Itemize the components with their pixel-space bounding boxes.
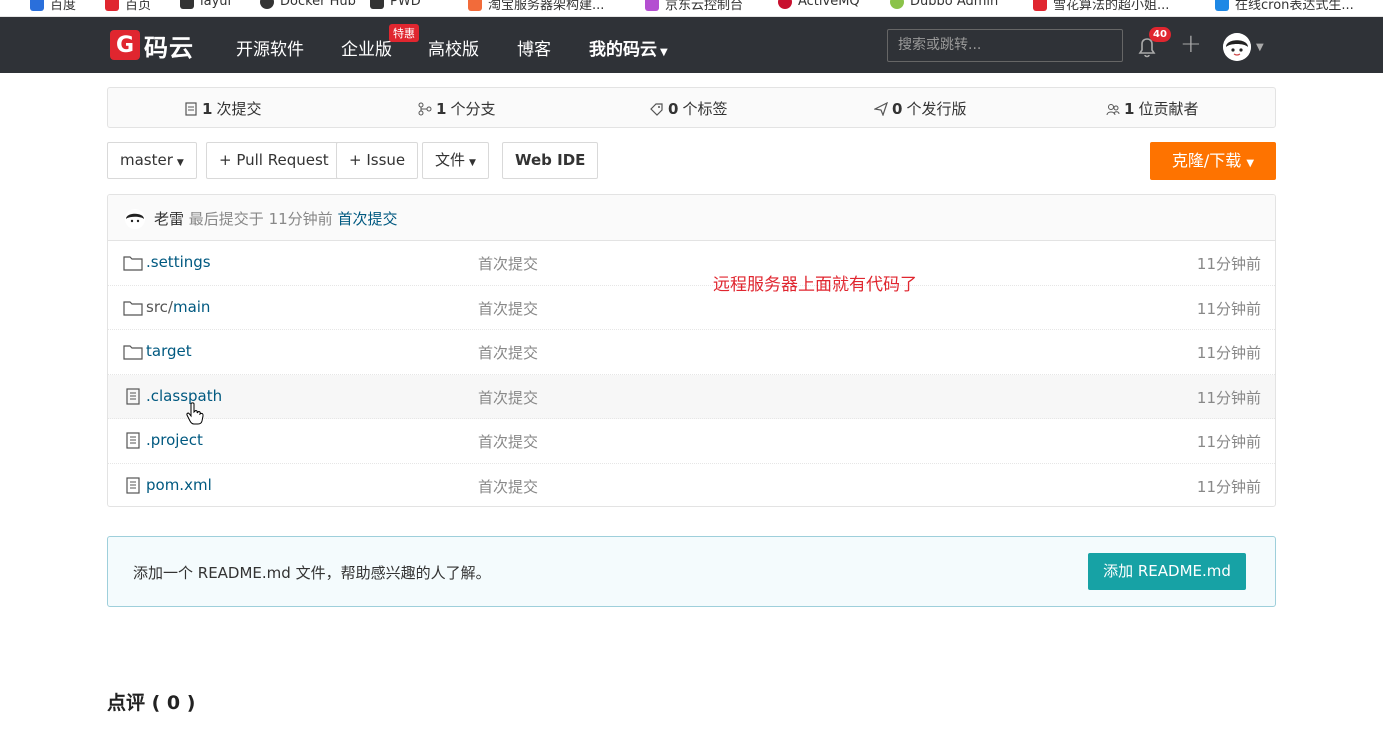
bookmark-item[interactable]: layui [180, 0, 231, 9]
pull-request-button[interactable]: + Pull Request [206, 142, 342, 179]
folder-icon [123, 299, 143, 317]
file-row[interactable]: target 首次提交 11分钟前 [108, 330, 1275, 375]
chevron-down-icon: ▼ [660, 47, 668, 58]
top-navbar: G 码云 开源软件 企业版 特惠 高校版 博客 我的码云 ▼ 搜索或跳转... 4… [0, 17, 1383, 73]
bookmark-item[interactable]: 百度 [30, 0, 76, 13]
chevron-down-icon: ▼ [1246, 158, 1255, 169]
file-commit-message[interactable]: 首次提交 [478, 298, 538, 319]
comments-heading: 点评 ( 0 ) [107, 692, 196, 714]
file-commit-message[interactable]: 首次提交 [478, 387, 538, 408]
issue-button[interactable]: + Issue [336, 142, 419, 179]
folder-icon [123, 343, 143, 361]
stat-branches[interactable]: 1 个分支 [418, 98, 495, 119]
bookmark-item[interactable]: 百页 [105, 0, 151, 13]
nav-open-source[interactable]: 开源软件 [236, 35, 304, 60]
latest-commit-bar: 老雷 最后提交于 11分钟前 首次提交 [108, 195, 1275, 241]
file-name-link[interactable]: .project [146, 431, 203, 449]
file-updated-time: 11分钟前 [1196, 477, 1261, 496]
nav-enterprise[interactable]: 企业版 [341, 35, 392, 60]
clone-download-button[interactable]: 克隆/下载 ▼ [1150, 142, 1276, 180]
commit-author[interactable]: 老雷 [154, 210, 184, 228]
folder-icon [123, 254, 143, 272]
stat-contributors[interactable]: 1 位贡献者 [1106, 98, 1198, 119]
contributors-icon [1106, 103, 1120, 115]
file-updated-time: 11分钟前 [1196, 299, 1261, 318]
bookmark-item[interactable]: Docker Hub [260, 0, 356, 9]
file-name-link[interactable]: .settings [146, 253, 211, 271]
nav-my-gitee[interactable]: 我的码云 ▼ [589, 35, 668, 60]
bookmark-item[interactable]: PWD [370, 0, 421, 9]
bookmarks-bar: 百度 百页 layui Docker Hub PWD 淘宝服务器架构建... 京… [0, 0, 1383, 17]
logo-mark-icon: G [110, 30, 140, 60]
files-dropdown[interactable]: 文件 ▼ [422, 142, 489, 179]
bookmark-item[interactable]: ActiveMQ [778, 0, 860, 9]
file-icon [123, 432, 143, 450]
search-input[interactable]: 搜索或跳转... [887, 29, 1123, 62]
bookmark-item[interactable]: Dubbo Admin [890, 0, 998, 9]
chevron-down-icon: ▼ [469, 158, 476, 168]
file-updated-time: 11分钟前 [1196, 255, 1261, 273]
file-row[interactable]: pom.xml 首次提交 11分钟前 [108, 464, 1275, 507]
bookmark-item[interactable]: 雪花算法的超小姐... [1033, 0, 1169, 13]
send-icon [874, 101, 888, 116]
file-icon [123, 476, 143, 495]
nav-education[interactable]: 高校版 [428, 35, 479, 60]
bookmark-item[interactable]: 京东云控制台 [645, 0, 743, 13]
file-row[interactable]: .project 首次提交 11分钟前 [108, 419, 1275, 464]
file-updated-time: 11分钟前 [1196, 433, 1261, 451]
branch-select[interactable]: master ▼ [107, 142, 197, 179]
file-updated-time: 11分钟前 [1196, 388, 1261, 407]
user-avatar[interactable] [1223, 33, 1251, 61]
commit-line: 老雷 最后提交于 11分钟前 首次提交 [154, 208, 397, 229]
file-updated-time: 11分钟前 [1196, 344, 1261, 362]
nav-blog[interactable]: 博客 [517, 35, 551, 60]
file-commit-message[interactable]: 首次提交 [478, 342, 538, 363]
tag-icon [650, 102, 663, 116]
chevron-down-icon[interactable]: ▼ [1256, 42, 1264, 53]
repo-stats-bar: 1 次提交 1 个分支 0 个标签 0 个发行版 1 位贡献者 [107, 87, 1276, 128]
bookmark-item[interactable]: 在线cron表达式生... [1215, 0, 1354, 13]
file-list: 老雷 最后提交于 11分钟前 首次提交 .settings 首次提交 11分钟前 sr… [107, 194, 1276, 507]
commit-message[interactable]: 首次提交 [337, 210, 397, 228]
file-commit-message[interactable]: 首次提交 [478, 476, 538, 497]
stat-tags[interactable]: 0 个标签 [650, 98, 727, 119]
chevron-down-icon: ▼ [176, 158, 184, 168]
bookmark-item[interactable]: 淘宝服务器架构建... [468, 0, 604, 13]
stat-commits[interactable]: 1 次提交 [184, 98, 261, 119]
commit-meta: 最后提交于 11分钟前 [188, 210, 333, 228]
commit-icon [185, 101, 197, 116]
author-avatar[interactable] [125, 209, 145, 229]
readme-prompt: 添加一个 README.md 文件，帮助感兴趣的人了解。 添加 README.m… [107, 536, 1276, 607]
annotation-text: 远程服务器上面就有代码了 [713, 275, 917, 295]
branch-icon [418, 102, 432, 115]
file-name-link[interactable]: src/main [146, 298, 210, 316]
file-name-link[interactable]: pom.xml [146, 476, 212, 494]
hand-cursor-icon [186, 402, 204, 425]
web-ide-button[interactable]: Web IDE [502, 142, 599, 179]
file-commit-message[interactable]: 首次提交 [478, 253, 538, 274]
file-name-link[interactable]: target [146, 342, 192, 360]
file-row[interactable]: .settings 首次提交 11分钟前 [108, 241, 1275, 286]
file-commit-message[interactable]: 首次提交 [478, 431, 538, 452]
readme-tip-text: 添加一个 README.md 文件，帮助感兴趣的人了解。 [133, 564, 491, 582]
plus-icon[interactable]: + [1180, 29, 1202, 59]
stat-releases[interactable]: 0 个发行版 [874, 98, 966, 119]
site-logo[interactable]: G 码云 [110, 29, 194, 62]
file-icon [123, 387, 143, 406]
promo-badge: 特惠 [389, 24, 419, 42]
add-readme-button[interactable]: 添加 README.md [1088, 553, 1246, 590]
file-row[interactable]: src/main 首次提交 11分钟前 [108, 286, 1275, 330]
file-row[interactable]: .classpath 首次提交 11分钟前 [108, 374, 1275, 419]
notification-count-badge: 40 [1149, 27, 1171, 42]
